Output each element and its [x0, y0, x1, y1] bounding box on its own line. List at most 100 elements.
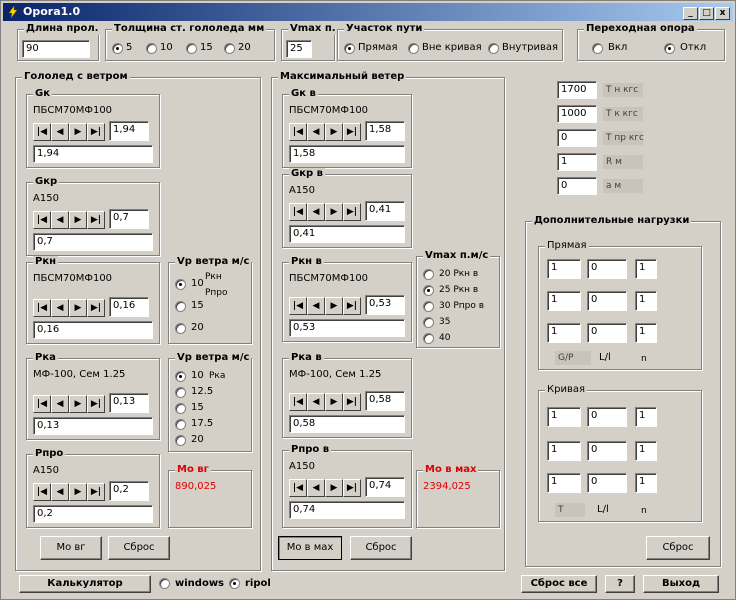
last-icon[interactable]: ▶| — [343, 393, 361, 411]
vmax-radio-35[interactable] — [423, 317, 434, 328]
ice-gkp-spin[interactable]: 0,7 — [109, 209, 149, 229]
ice-mo-button[interactable]: Мо вг — [40, 536, 102, 560]
prev-icon[interactable]: ◀ — [51, 395, 69, 413]
wind2-radio-12-5[interactable] — [175, 387, 186, 398]
wind-pkg-value[interactable]: 0,53 — [289, 319, 405, 337]
last-icon[interactable]: ▶| — [87, 211, 105, 229]
vmax-radio-20[interactable] — [423, 269, 434, 280]
wind-ppro-spin[interactable]: 0,74 — [365, 477, 405, 497]
last-icon[interactable]: ▶| — [343, 123, 361, 141]
last-icon[interactable]: ▶| — [87, 395, 105, 413]
thickness-radio-5[interactable] — [112, 43, 123, 54]
ice-gk-spin[interactable]: 1,94 — [109, 121, 149, 141]
wind-gk-spin[interactable]: 1,58 — [365, 121, 405, 141]
vmax-radio-40[interactable] — [423, 333, 434, 344]
prev-icon[interactable]: ◀ — [51, 211, 69, 229]
help-button[interactable]: ? — [605, 575, 635, 593]
param-tn-input[interactable]: 1700 — [557, 81, 597, 99]
maximize-button[interactable]: □ — [699, 7, 714, 20]
ripol-radio[interactable] — [229, 578, 240, 589]
thickness-radio-10[interactable] — [146, 43, 157, 54]
windows-radio[interactable] — [159, 578, 170, 589]
thickness-radio-20[interactable] — [224, 43, 235, 54]
first-icon[interactable]: |◀ — [289, 123, 307, 141]
curve-r3-c1[interactable]: 1 — [547, 473, 581, 493]
prev-icon[interactable]: ◀ — [307, 393, 325, 411]
wind2-radio-15[interactable] — [175, 403, 186, 414]
transition-radio-off[interactable] — [664, 43, 675, 54]
first-icon[interactable]: |◀ — [289, 297, 307, 315]
wind-gk-value[interactable]: 1,58 — [289, 145, 405, 163]
ice-pkg-navigator[interactable]: |◀ ◀ ▶ ▶| — [33, 299, 105, 317]
ice-pka-value[interactable]: 0,13 — [33, 417, 153, 435]
last-icon[interactable]: ▶| — [87, 483, 105, 501]
next-icon[interactable]: ▶ — [325, 203, 343, 221]
curve-r2-c3[interactable]: 1 — [635, 441, 657, 461]
wind-pka-navigator[interactable]: |◀ ◀ ▶ ▶| — [289, 393, 361, 411]
last-icon[interactable]: ▶| — [343, 297, 361, 315]
next-icon[interactable]: ▶ — [69, 299, 87, 317]
prev-icon[interactable]: ◀ — [307, 203, 325, 221]
wind-pkg-navigator[interactable]: |◀ ◀ ▶ ▶| — [289, 297, 361, 315]
last-icon[interactable]: ▶| — [87, 299, 105, 317]
wind2-radio-10[interactable] — [175, 371, 186, 382]
prev-icon[interactable]: ◀ — [307, 123, 325, 141]
vmax-radio-30[interactable] — [423, 301, 434, 312]
straight-r2-c1[interactable]: 1 — [547, 291, 581, 311]
wind2-radio-20[interactable] — [175, 435, 186, 446]
vmax-radio-25[interactable] — [423, 285, 434, 296]
ice-gk-navigator[interactable]: |◀ ◀ ▶ ▶| — [33, 123, 105, 141]
first-icon[interactable]: |◀ — [289, 203, 307, 221]
curve-r2-c2[interactable]: 0 — [587, 441, 627, 461]
thickness-radio-15[interactable] — [186, 43, 197, 54]
wind-gkp-value[interactable]: 0,41 — [289, 225, 405, 243]
ice-gkp-value[interactable]: 0,7 — [33, 233, 153, 251]
ice-ppro-navigator[interactable]: |◀ ◀ ▶ ▶| — [33, 483, 105, 501]
curve-r3-c3[interactable]: 1 — [635, 473, 657, 493]
first-icon[interactable]: |◀ — [33, 211, 51, 229]
next-icon[interactable]: ▶ — [325, 123, 343, 141]
wind-gkp-spin[interactable]: 0,41 — [365, 201, 405, 221]
prev-icon[interactable]: ◀ — [51, 123, 69, 141]
next-icon[interactable]: ▶ — [325, 297, 343, 315]
exit-button[interactable]: Выход — [643, 575, 719, 593]
ice-reset-button[interactable]: Сброс — [108, 536, 170, 560]
curve-r1-c1[interactable]: 1 — [547, 407, 581, 427]
wind-pka-spin[interactable]: 0,58 — [365, 391, 405, 411]
vmax-input[interactable]: 25 — [286, 40, 312, 58]
curve-r2-c1[interactable]: 1 — [547, 441, 581, 461]
transition-radio-on[interactable] — [592, 43, 603, 54]
span-length-input[interactable]: 90 — [22, 40, 90, 58]
prev-icon[interactable]: ◀ — [307, 297, 325, 315]
ice-pka-spin[interactable]: 0,13 — [109, 393, 149, 413]
next-icon[interactable]: ▶ — [325, 393, 343, 411]
straight-r3-c2[interactable]: 0 — [587, 323, 627, 343]
next-icon[interactable]: ▶ — [69, 211, 87, 229]
straight-r3-c3[interactable]: 1 — [635, 323, 657, 343]
ice-ppro-value[interactable]: 0,2 — [33, 505, 153, 523]
wind1-radio-10[interactable] — [175, 279, 186, 290]
param-tk-input[interactable]: 1000 — [557, 105, 597, 123]
ice-pkg-spin[interactable]: 0,16 — [109, 297, 149, 317]
section-radio-outer[interactable] — [408, 43, 419, 54]
next-icon[interactable]: ▶ — [69, 395, 87, 413]
straight-r2-c2[interactable]: 0 — [587, 291, 627, 311]
curve-r3-c2[interactable]: 0 — [587, 473, 627, 493]
last-icon[interactable]: ▶| — [343, 479, 361, 497]
wind-pkg-spin[interactable]: 0,53 — [365, 295, 405, 315]
calculator-button[interactable]: Калькулятор — [19, 575, 151, 593]
param-tpr-input[interactable]: 0 — [557, 129, 597, 147]
wind-mo-button[interactable]: Мо в мах — [278, 536, 342, 560]
wind-reset-button[interactable]: Сброс — [350, 536, 412, 560]
straight-r1-c2[interactable]: 0 — [587, 259, 627, 279]
wind1-radio-20[interactable] — [175, 323, 186, 334]
first-icon[interactable]: |◀ — [33, 299, 51, 317]
next-icon[interactable]: ▶ — [69, 483, 87, 501]
wind2-radio-17-5[interactable] — [175, 419, 186, 430]
first-icon[interactable]: |◀ — [33, 483, 51, 501]
last-icon[interactable]: ▶| — [87, 123, 105, 141]
section-radio-inner[interactable] — [488, 43, 499, 54]
next-icon[interactable]: ▶ — [325, 479, 343, 497]
ice-gkp-navigator[interactable]: |◀ ◀ ▶ ▶| — [33, 211, 105, 229]
wind-ppro-navigator[interactable]: |◀ ◀ ▶ ▶| — [289, 479, 361, 497]
